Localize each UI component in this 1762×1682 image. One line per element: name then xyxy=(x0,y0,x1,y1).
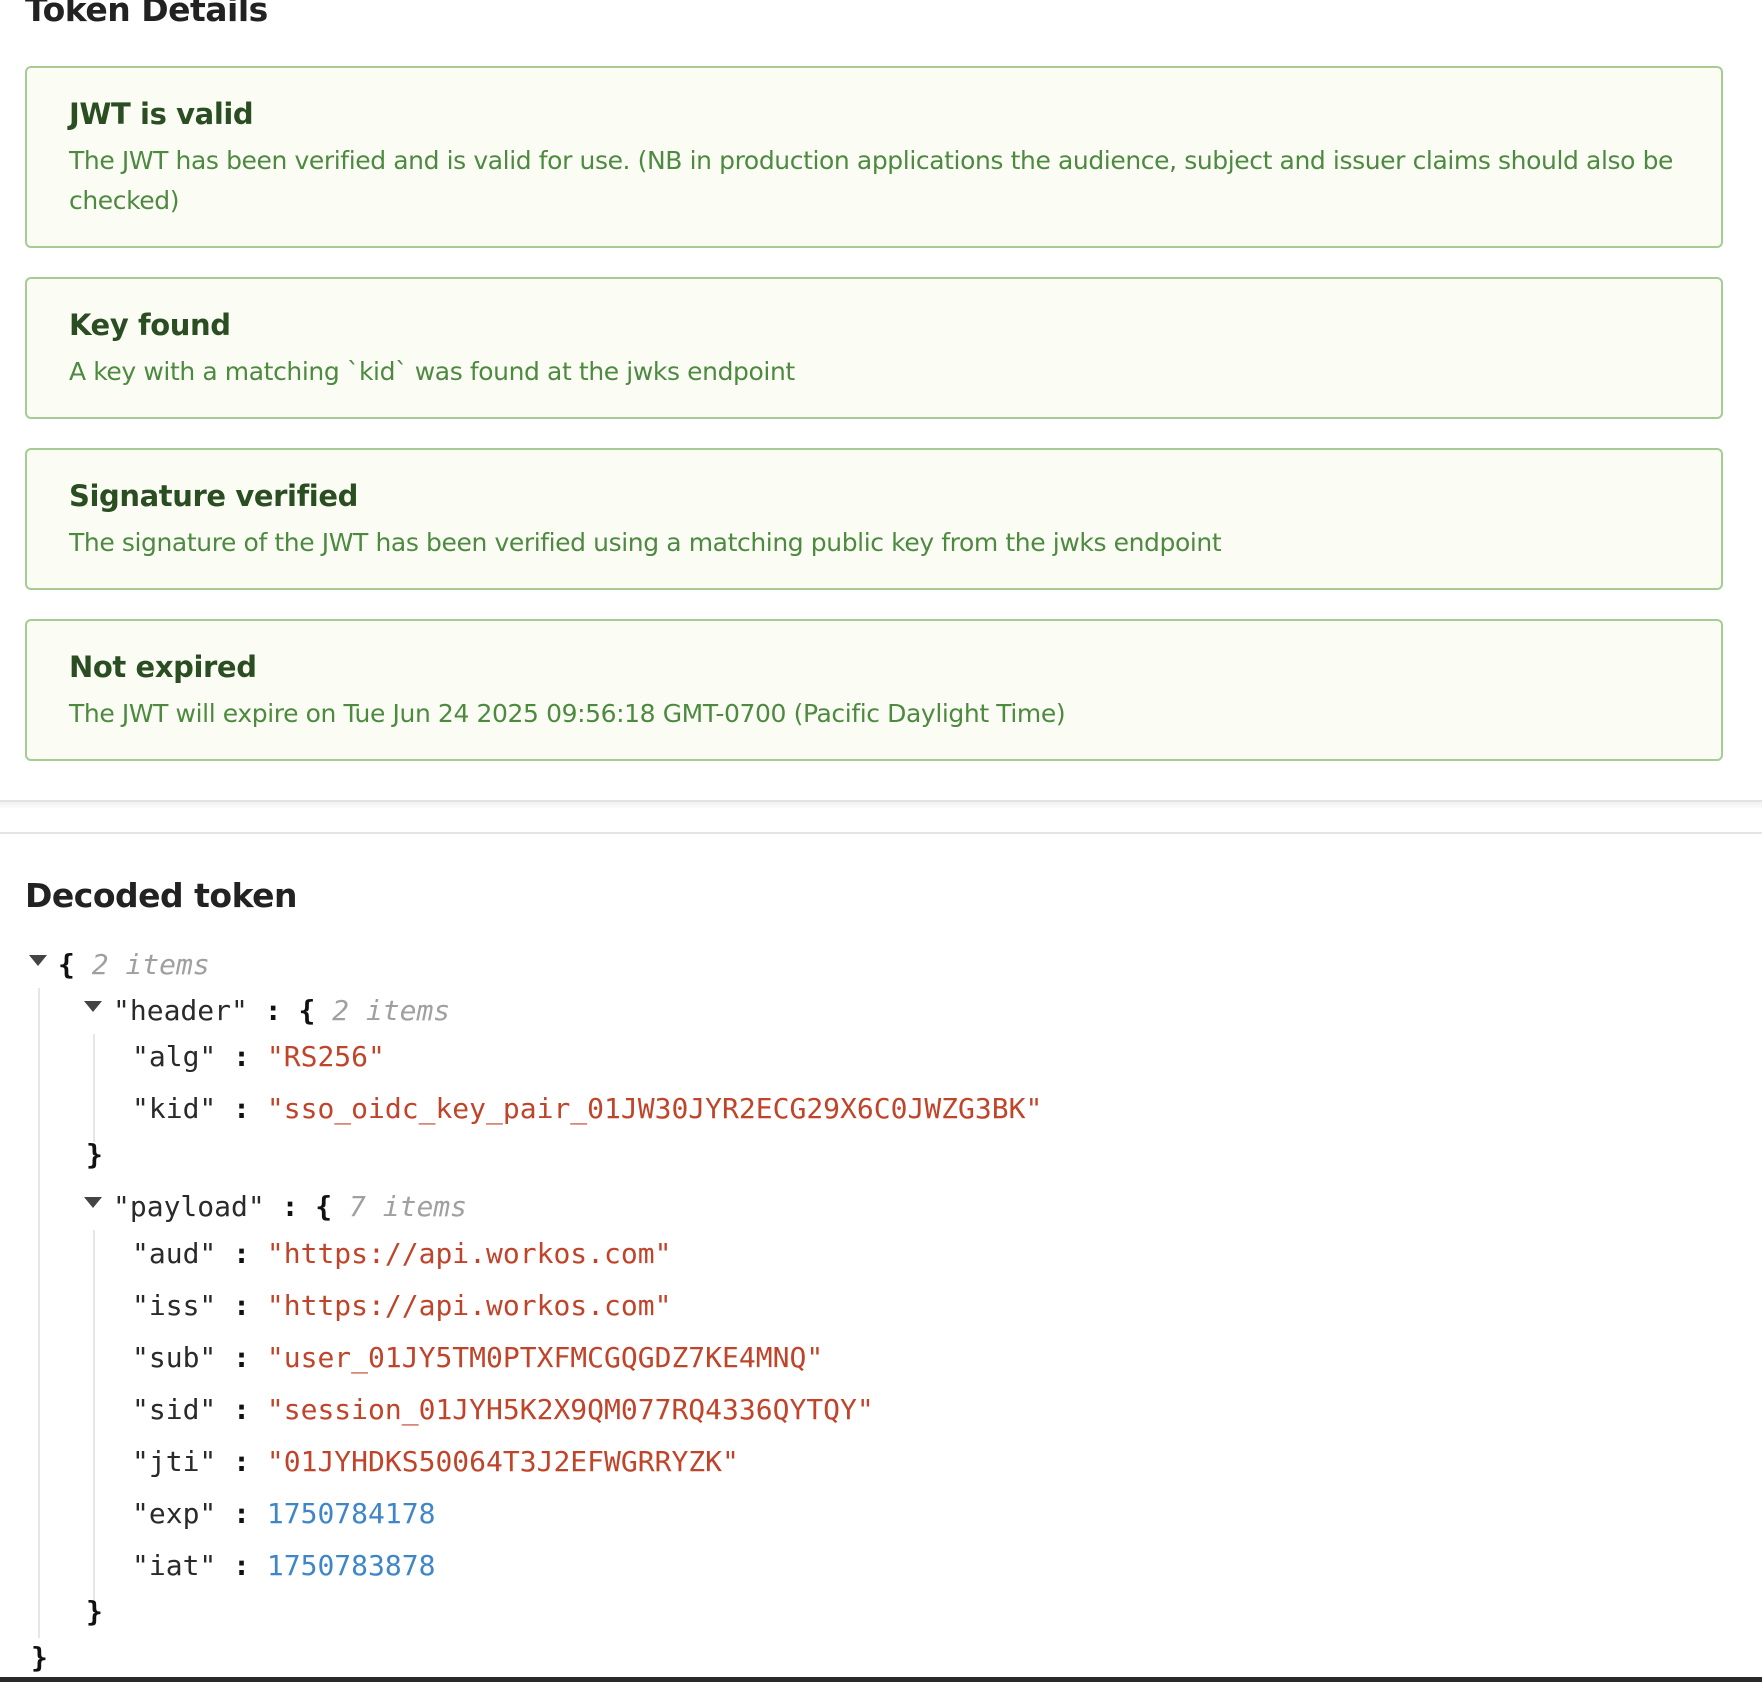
json-entry: "iat" : 1750783878 xyxy=(132,1549,436,1582)
json-key: "sub" xyxy=(132,1341,217,1374)
close-brace: } xyxy=(31,1641,48,1674)
json-entry: "aud" : "https://api.workos.com" xyxy=(132,1237,672,1270)
json-key: "exp" xyxy=(132,1497,217,1530)
json-key: "payload" xyxy=(113,1190,265,1223)
item-count: 7 items xyxy=(349,1190,468,1223)
indent-guide xyxy=(38,988,40,1638)
json-entry: "sub" : "user_01JY5TM0PTXFMCGQGDZ7KE4MNQ… xyxy=(132,1341,824,1374)
json-key: "jti" xyxy=(132,1445,217,1478)
close-brace: } xyxy=(86,1595,103,1628)
json-value: 1750783878 xyxy=(266,1549,436,1582)
json-value: "01JYHDKS50064T3J2EFWGRRYZK" xyxy=(266,1445,739,1478)
json-key: "iss" xyxy=(132,1289,217,1322)
json-value: "sso_oidc_key_pair_01JW30JYR2ECG29X6C0JW… xyxy=(266,1092,1043,1125)
json-entry: "jti" : "01JYHDKS50064T3J2EFWGRRYZK" xyxy=(132,1445,739,1478)
json-value: "RS256" xyxy=(266,1040,385,1073)
json-key: "sid" xyxy=(132,1393,217,1426)
json-entry: "exp" : 1750784178 xyxy=(132,1497,436,1530)
json-key: "header" xyxy=(113,994,248,1027)
json-value: "session_01JYH5K2X9QM077RQ4336QYTQY" xyxy=(266,1393,874,1426)
json-entry: "sid" : "session_01JYH5K2X9QM077RQ4336QY… xyxy=(132,1393,874,1426)
collapse-caret-icon[interactable] xyxy=(29,955,47,966)
indent-guide xyxy=(93,1230,95,1600)
indent-guide xyxy=(93,1034,95,1142)
collapse-caret-icon[interactable] xyxy=(84,1001,102,1012)
item-count: 2 items xyxy=(332,994,451,1027)
json-tree-viewer: { 2 items "header" : { 2 items "alg" : "… xyxy=(0,0,1762,1682)
json-entry: "iss" : "https://api.workos.com" xyxy=(132,1289,672,1322)
item-count: 2 items xyxy=(91,948,210,981)
json-value: "https://api.workos.com" xyxy=(266,1237,672,1270)
json-key: "kid" xyxy=(132,1092,217,1125)
json-node-header[interactable]: "header" : { 2 items xyxy=(113,993,450,1029)
json-key: "aud" xyxy=(132,1237,217,1270)
json-key: "alg" xyxy=(132,1040,217,1073)
json-value: "https://api.workos.com" xyxy=(266,1289,672,1322)
json-node-payload[interactable]: "payload" : { 7 items xyxy=(113,1189,467,1225)
json-key: "iat" xyxy=(132,1549,217,1582)
json-entry: "kid" : "sso_oidc_key_pair_01JW30JYR2ECG… xyxy=(132,1092,1043,1125)
json-root-open: { 2 items xyxy=(58,947,210,983)
bottom-edge-bar xyxy=(0,1677,1762,1682)
open-brace: { xyxy=(58,948,75,981)
close-brace: } xyxy=(86,1138,103,1171)
json-value: 1750784178 xyxy=(266,1497,436,1530)
json-entry: "alg" : "RS256" xyxy=(132,1040,385,1073)
collapse-caret-icon[interactable] xyxy=(84,1197,102,1208)
json-value: "user_01JY5TM0PTXFMCGQGDZ7KE4MNQ" xyxy=(266,1341,824,1374)
